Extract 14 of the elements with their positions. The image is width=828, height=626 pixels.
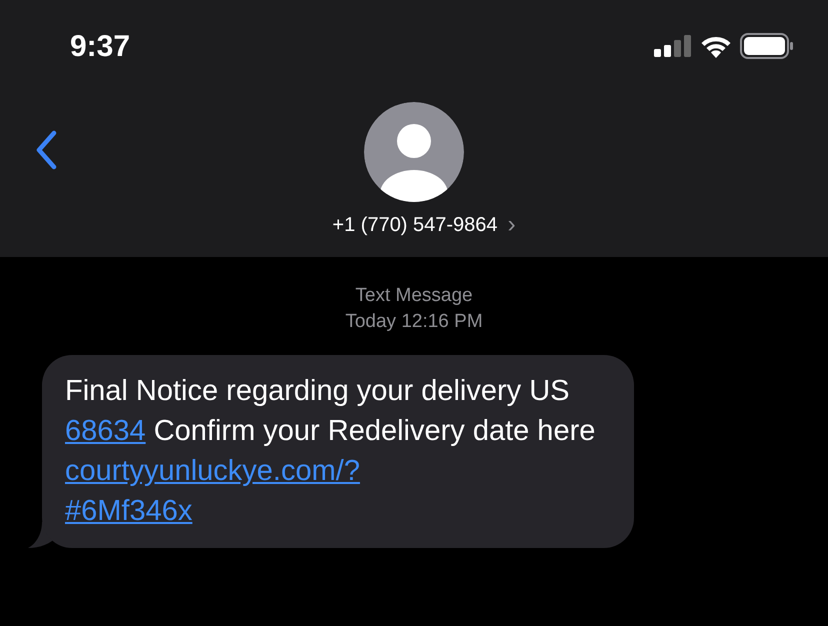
contact-number[interactable]: +1 (770) 547-9864 bbox=[332, 210, 498, 240]
battery-icon bbox=[740, 33, 794, 59]
wifi-icon bbox=[700, 34, 732, 58]
chevron-icon[interactable]: › bbox=[508, 213, 516, 237]
avatar-icon[interactable] bbox=[364, 102, 464, 202]
message-bubble: Final Notice regarding your delivery US 68634 Confirm your Redelivery date here courtyyunluckye.com/? #6Mf346x bbox=[42, 355, 634, 548]
status-time: 9:37 bbox=[70, 28, 130, 64]
signal-icon bbox=[654, 35, 692, 57]
service-label: Text Message bbox=[355, 284, 473, 308]
message-link[interactable]: 68634 bbox=[65, 415, 146, 447]
message-link[interactable]: #6Mf346x bbox=[65, 495, 192, 527]
back-chevron-icon[interactable] bbox=[34, 130, 58, 170]
message-link[interactable]: courtyyunluckye.com/? bbox=[65, 455, 360, 487]
message-timestamp: Today 12:16 PM bbox=[345, 310, 483, 334]
